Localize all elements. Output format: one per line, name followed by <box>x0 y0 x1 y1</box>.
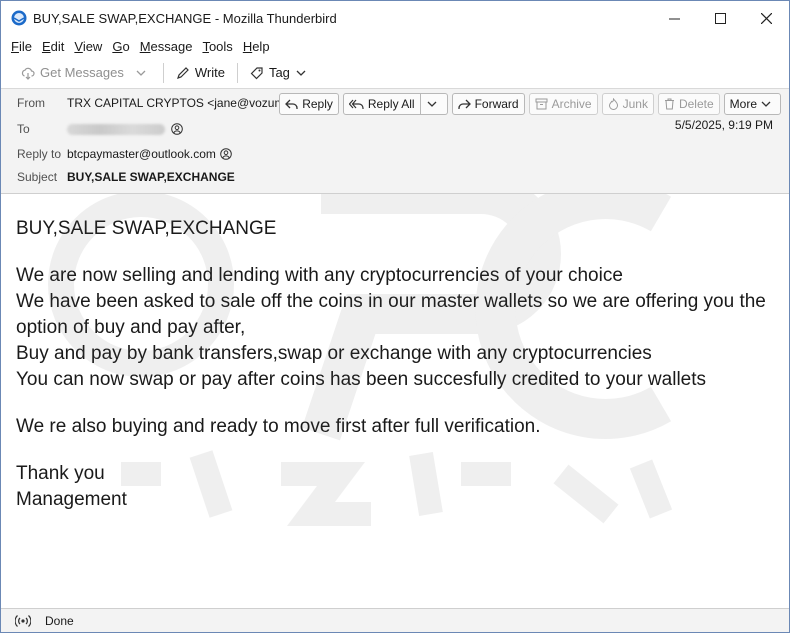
subject-value: BUY,SALE SWAP,EXCHANGE <box>67 170 235 184</box>
toolbar-separator <box>236 62 238 83</box>
reply-icon <box>285 99 298 109</box>
archive-label: Archive <box>551 97 592 111</box>
more-label: More <box>729 97 757 111</box>
thunderbird-icon <box>11 10 27 26</box>
reply-to-label: Reply to <box>17 147 62 161</box>
minimize-icon <box>668 18 680 19</box>
title-bar: BUY,SALE SWAP,EXCHANGE - Mozilla Thunder… <box>1 1 789 35</box>
get-messages-dropdown[interactable] <box>130 60 157 86</box>
thunderbird-window: BUY,SALE SWAP,EXCHANGE - Mozilla Thunder… <box>0 0 790 633</box>
close-icon <box>760 12 772 24</box>
delete-button[interactable]: Delete <box>657 93 720 115</box>
archive-icon <box>535 98 548 110</box>
chevron-down-icon <box>136 70 146 76</box>
menu-file[interactable]: File <box>11 39 32 54</box>
body-line: We have been asked to sale off the coins… <box>16 291 766 338</box>
get-messages-label: Get Messages <box>40 65 124 80</box>
reply-to-value[interactable]: btcpaymaster@outlook.com <box>67 147 216 161</box>
message-body: BUY,SALE SWAP,EXCHANGE We are now sellin… <box>1 194 789 598</box>
maximize-button[interactable] <box>697 1 743 35</box>
subject-row: Subject BUY,SALE SWAP,EXCHANGE <box>17 167 235 187</box>
toolbar-separator <box>162 62 164 83</box>
pencil-icon <box>176 66 189 79</box>
archive-button[interactable]: Archive <box>528 93 598 115</box>
status-text: Done <box>45 613 74 628</box>
chevron-down-icon <box>296 70 306 76</box>
junk-button[interactable]: Junk <box>601 93 654 115</box>
body-paragraph-2: We re also buying and ready to move firs… <box>16 416 541 437</box>
forward-button[interactable]: Forward <box>451 93 525 115</box>
contact-icon[interactable] <box>220 148 232 160</box>
subject-label: Subject <box>17 170 58 184</box>
reply-to-row: Reply to btcpaymaster@outlook.com <box>17 144 232 164</box>
online-status-icon[interactable] <box>15 614 31 628</box>
tag-label: Tag <box>268 65 290 80</box>
close-button[interactable] <box>743 1 789 35</box>
minimize-button[interactable] <box>651 1 697 35</box>
closing-line: Thank you <box>16 463 105 484</box>
header-action-buttons: Reply Reply All Forward Archive Junk Del… <box>275 93 781 115</box>
body-line: You can now swap or pay after coins has … <box>16 369 707 390</box>
menu-edit[interactable]: Edit <box>42 39 64 54</box>
chevron-down-icon <box>427 101 437 107</box>
main-toolbar: Get Messages Write Tag <box>1 57 789 89</box>
reply-all-icon <box>348 99 364 109</box>
message-header: From TRX CAPITAL CRYPTOS <jane@vozum.com… <box>1 89 789 194</box>
write-label: Write <box>194 65 225 80</box>
reply-all-dropdown[interactable] <box>420 93 448 115</box>
more-button[interactable]: More <box>723 93 781 115</box>
menu-view[interactable]: View <box>74 39 102 54</box>
reply-all-button[interactable]: Reply All <box>342 93 421 115</box>
forward-icon <box>457 99 471 109</box>
maximize-icon <box>714 12 726 24</box>
reply-all-label: Reply All <box>367 97 415 111</box>
signature: Management <box>16 489 127 510</box>
tag-button[interactable]: Tag <box>244 60 317 86</box>
write-button[interactable]: Write <box>170 60 231 86</box>
download-cloud-icon <box>21 67 35 80</box>
reply-label: Reply <box>302 97 333 111</box>
delete-label: Delete <box>678 97 714 111</box>
menu-bar: File Edit View Go Message Tools Help <box>1 35 789 57</box>
status-bar: Done <box>1 608 789 632</box>
window-title: BUY,SALE SWAP,EXCHANGE - Mozilla Thunder… <box>33 10 337 26</box>
trash-icon <box>664 98 674 110</box>
to-row: To <box>17 119 183 139</box>
body-paragraph-1: We are now selling and lending with any … <box>16 263 774 393</box>
menu-message[interactable]: Message <box>140 39 193 54</box>
to-label: To <box>17 122 30 136</box>
chevron-down-icon <box>761 101 771 107</box>
menu-go[interactable]: Go <box>112 39 129 54</box>
menu-help[interactable]: Help <box>243 39 270 54</box>
get-messages-button[interactable]: Get Messages <box>15 60 130 86</box>
body-heading: BUY,SALE SWAP,EXCHANGE <box>16 218 277 239</box>
body-line: We are now selling and lending with any … <box>16 265 623 286</box>
reply-button[interactable]: Reply <box>279 93 339 115</box>
contact-icon[interactable] <box>171 123 183 135</box>
message-date: 5/5/2025, 9:19 PM <box>674 118 773 132</box>
flame-icon <box>608 98 618 110</box>
menu-tools[interactable]: Tools <box>202 39 232 54</box>
junk-label: Junk <box>622 97 648 111</box>
body-line: Buy and pay by bank transfers,swap or ex… <box>16 343 652 364</box>
tag-icon <box>250 66 263 79</box>
redacted-recipient <box>67 123 165 135</box>
body-closing: Thank you Management <box>16 461 774 513</box>
forward-label: Forward <box>474 97 519 111</box>
from-label: From <box>17 96 45 110</box>
